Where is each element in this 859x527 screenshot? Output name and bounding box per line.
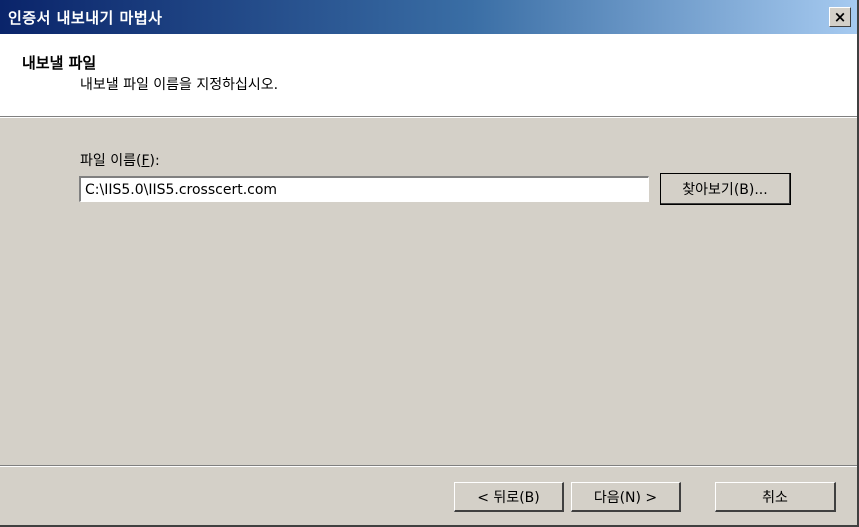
close-icon: × — [833, 7, 847, 26]
browse-button[interactable]: 찾아보기(B)... — [660, 173, 791, 205]
page-description: 내보낼 파일 이름을 지정하십시오. — [80, 77, 279, 93]
file-name-label-accesskey: F — [141, 153, 150, 169]
file-name-label-suffix: ): — [149, 153, 160, 169]
file-name-input[interactable] — [79, 176, 649, 202]
file-name-label: 파일 이름(F): — [80, 150, 160, 170]
title-bar[interactable]: 인증서 내보내기 마법사 × — [0, 0, 857, 34]
page-title: 내보낼 파일 — [22, 54, 97, 72]
file-name-label-prefix: 파일 이름( — [80, 153, 142, 169]
wizard-header-panel: 내보낼 파일 내보낼 파일 이름을 지정하십시오. — [0, 34, 857, 116]
cancel-button[interactable]: 취소 — [715, 482, 836, 512]
back-button[interactable]: < 뒤로(B) — [454, 482, 564, 512]
certificate-export-wizard-window: 인증서 내보내기 마법사 × 내보낼 파일 내보낼 파일 이름을 지정하십시오.… — [0, 0, 859, 527]
window-title: 인증서 내보내기 마법사 — [8, 9, 163, 27]
header-divider — [0, 116, 857, 118]
footer-divider — [0, 465, 857, 467]
close-button[interactable]: × — [829, 7, 851, 27]
next-button[interactable]: 다음(N) > — [571, 482, 681, 512]
